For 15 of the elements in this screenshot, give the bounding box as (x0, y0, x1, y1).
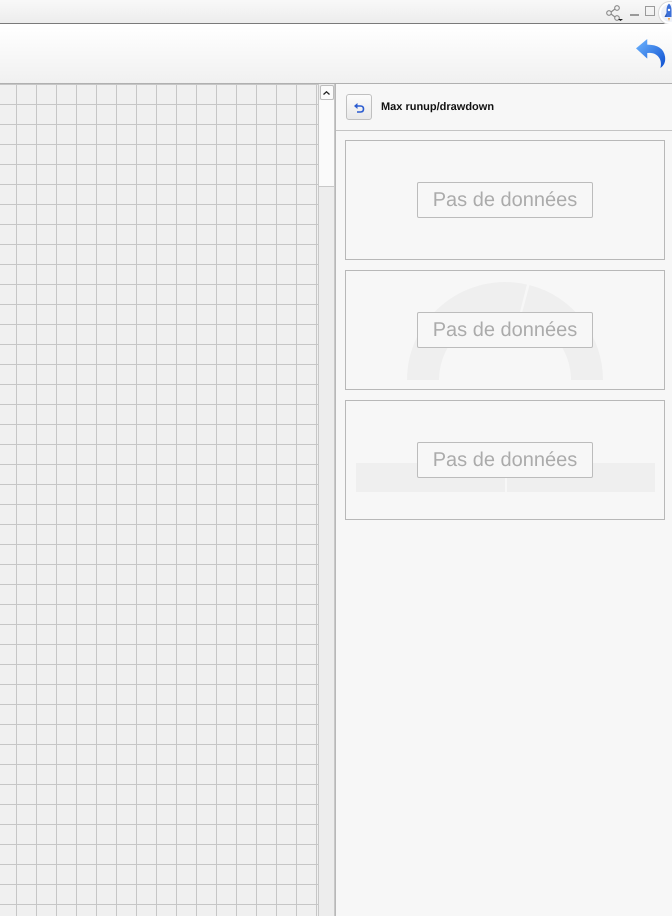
caret-icon (323, 90, 330, 94)
minimize-icon[interactable] (630, 14, 639, 16)
no-data-message: Pas de données (417, 312, 593, 348)
scroll-up-button[interactable] (320, 85, 334, 100)
no-data-message: Pas de données (417, 442, 593, 478)
maximize-icon[interactable] (645, 6, 655, 16)
scrollbar[interactable] (318, 84, 335, 916)
undo-icon[interactable] (635, 38, 667, 68)
scrollbar-thumb[interactable] (319, 100, 334, 187)
panel-title: Max runup/drawdown (381, 101, 494, 113)
share-icon[interactable] (605, 4, 623, 20)
undo-icon (353, 101, 365, 113)
undo-button[interactable] (346, 94, 372, 120)
no-data-message: Pas de données (417, 182, 593, 218)
rocket-icon[interactable] (658, 0, 672, 26)
